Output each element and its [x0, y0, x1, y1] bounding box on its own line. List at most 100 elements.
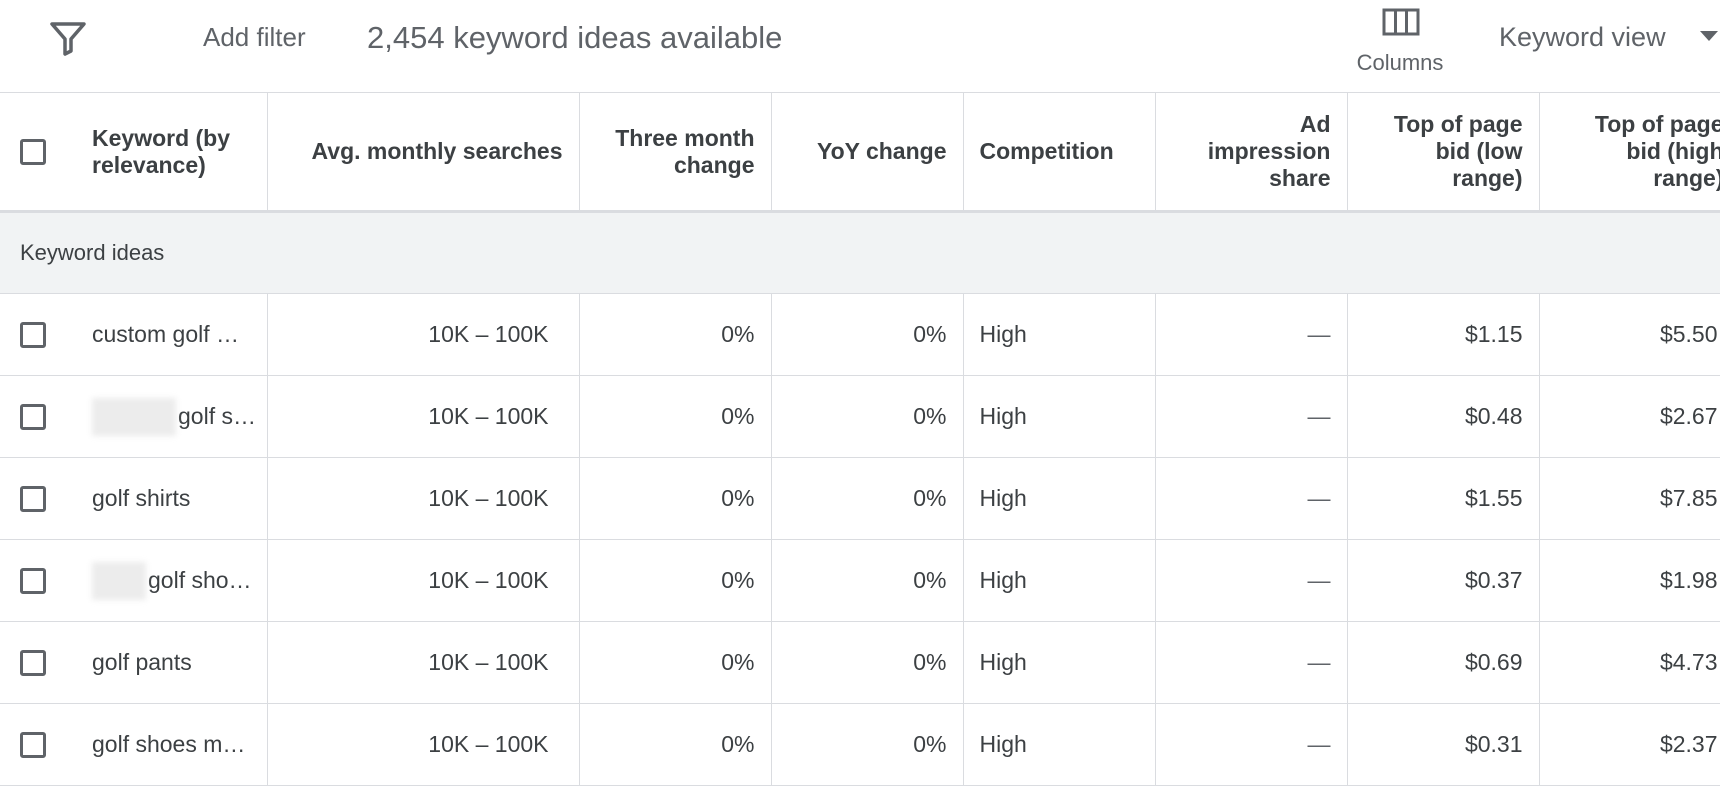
avg-monthly-searches-cell: 10K – 100K — [267, 704, 579, 786]
keyword-wrap: custom golf … — [92, 321, 259, 348]
keyword-cell[interactable]: golf shirts — [80, 458, 267, 540]
bid-low-cell: $0.37 — [1347, 540, 1539, 622]
yoy-change-cell: 0% — [771, 458, 963, 540]
ad-impression-share-cell: — — [1155, 458, 1347, 540]
row-checkbox[interactable] — [20, 322, 46, 348]
keyword-text: golf sho… — [148, 567, 259, 594]
competition-cell: High — [963, 704, 1155, 786]
keyword-wrap: golf s… — [92, 398, 259, 436]
yoy-change-cell: 0% — [771, 294, 963, 376]
table-row[interactable]: golf s…10K – 100K0%0%High—$0.48$2.67 — [0, 376, 1720, 458]
keyword-text: golf shoes m… — [92, 731, 259, 758]
three-month-change-cell: 0% — [579, 376, 771, 458]
yoy-change-cell: 0% — [771, 540, 963, 622]
table-row[interactable]: golf shirts10K – 100K0%0%High—$1.55$7.85 — [0, 458, 1720, 540]
col-header-three-month-change[interactable]: Three month change — [579, 93, 771, 212]
keyword-text: golf pants — [92, 649, 259, 676]
row-select-cell — [0, 294, 80, 376]
columns-icon — [1382, 6, 1420, 38]
ad-impression-share-cell: — — [1155, 294, 1347, 376]
yoy-change-cell: 0% — [771, 376, 963, 458]
table-row[interactable]: golf shoes m…10K – 100K0%0%High—$0.31$2.… — [0, 704, 1720, 786]
keyword-text: golf shirts — [92, 485, 259, 512]
bid-low-cell: $1.15 — [1347, 294, 1539, 376]
row-checkbox[interactable] — [20, 568, 46, 594]
competition-cell: High — [963, 294, 1155, 376]
keyword-wrap: golf sho… — [92, 562, 259, 600]
bid-high-cell: $2.67 — [1539, 376, 1720, 458]
redacted-text — [92, 562, 146, 600]
row-select-cell — [0, 704, 80, 786]
col-header-bid-low[interactable]: Top of page bid (low range) — [1347, 93, 1539, 212]
competition-cell: High — [963, 376, 1155, 458]
competition-cell: High — [963, 622, 1155, 704]
three-month-change-cell: 0% — [579, 622, 771, 704]
bid-high-cell: $7.85 — [1539, 458, 1720, 540]
competition-cell: High — [963, 540, 1155, 622]
row-select-cell — [0, 622, 80, 704]
keyword-view-label: Keyword view — [1499, 22, 1666, 53]
bid-low-cell: $1.55 — [1347, 458, 1539, 540]
toolbar: Add filter 2,454 keyword ideas available… — [0, 0, 1720, 93]
keyword-cell[interactable]: golf s… — [80, 376, 267, 458]
keyword-wrap: golf pants — [92, 649, 259, 676]
yoy-change-cell: 0% — [771, 622, 963, 704]
three-month-change-cell: 0% — [579, 458, 771, 540]
keyword-ideas-table: Keyword (by relevance) Avg. monthly sear… — [0, 93, 1720, 786]
col-header-avg-monthly-searches[interactable]: Avg. monthly searches — [267, 93, 579, 212]
col-header-yoy-change[interactable]: YoY change — [771, 93, 963, 212]
columns-button[interactable]: Columns — [1340, 2, 1460, 86]
row-checkbox[interactable] — [20, 650, 46, 676]
yoy-change-cell: 0% — [771, 704, 963, 786]
avg-monthly-searches-cell: 10K – 100K — [267, 458, 579, 540]
bid-high-cell: $4.73 — [1539, 622, 1720, 704]
columns-label: Columns — [1340, 50, 1460, 76]
bid-high-cell: $1.98 — [1539, 540, 1720, 622]
redacted-text — [92, 398, 176, 436]
col-header-ad-impression-share[interactable]: Ad impression share — [1155, 93, 1347, 212]
keyword-cell[interactable]: custom golf … — [80, 294, 267, 376]
keyword-cell[interactable]: golf sho… — [80, 540, 267, 622]
keyword-wrap: golf shirts — [92, 485, 259, 512]
caret-down-icon — [1699, 28, 1719, 44]
row-select-cell — [0, 540, 80, 622]
keyword-cell[interactable]: golf pants — [80, 622, 267, 704]
keyword-ideas-count: 2,454 keyword ideas available — [367, 20, 782, 56]
bid-low-cell: $0.31 — [1347, 704, 1539, 786]
keyword-text: golf s… — [178, 403, 259, 430]
keyword-cell[interactable]: golf shoes m… — [80, 704, 267, 786]
bid-high-cell: $2.37 — [1539, 704, 1720, 786]
group-row: Keyword ideas — [0, 212, 1720, 294]
col-header-competition[interactable]: Competition — [963, 93, 1155, 212]
bid-low-cell: $0.69 — [1347, 622, 1539, 704]
ad-impression-share-cell: — — [1155, 376, 1347, 458]
table-row[interactable]: golf sho…10K – 100K0%0%High—$0.37$1.98 — [0, 540, 1720, 622]
row-checkbox[interactable] — [20, 486, 46, 512]
avg-monthly-searches-cell: 10K – 100K — [267, 294, 579, 376]
select-all-checkbox[interactable] — [20, 139, 46, 165]
ad-impression-share-cell: — — [1155, 622, 1347, 704]
ad-impression-share-cell: — — [1155, 704, 1347, 786]
row-checkbox[interactable] — [20, 732, 46, 758]
add-filter-button[interactable]: Add filter — [203, 22, 306, 53]
col-header-bid-high[interactable]: Top of page bid (high range) — [1539, 93, 1720, 212]
table-header-row: Keyword (by relevance) Avg. monthly sear… — [0, 93, 1720, 212]
three-month-change-cell: 0% — [579, 294, 771, 376]
bid-low-cell: $0.48 — [1347, 376, 1539, 458]
competition-cell: High — [963, 458, 1155, 540]
three-month-change-cell: 0% — [579, 704, 771, 786]
avg-monthly-searches-cell: 10K – 100K — [267, 622, 579, 704]
ad-impression-share-cell: — — [1155, 540, 1347, 622]
three-month-change-cell: 0% — [579, 540, 771, 622]
row-select-cell — [0, 458, 80, 540]
row-checkbox[interactable] — [20, 404, 46, 430]
table-row[interactable]: custom golf …10K – 100K0%0%High—$1.15$5.… — [0, 294, 1720, 376]
table-row[interactable]: golf pants10K – 100K0%0%High—$0.69$4.73 — [0, 622, 1720, 704]
bid-high-cell: $5.50 — [1539, 294, 1720, 376]
filter-icon[interactable] — [48, 18, 88, 58]
col-header-keyword[interactable]: Keyword (by relevance) — [80, 93, 267, 212]
avg-monthly-searches-cell: 10K – 100K — [267, 540, 579, 622]
avg-monthly-searches-cell: 10K – 100K — [267, 376, 579, 458]
keyword-text: custom golf … — [92, 321, 259, 348]
group-label: Keyword ideas — [0, 212, 1720, 294]
